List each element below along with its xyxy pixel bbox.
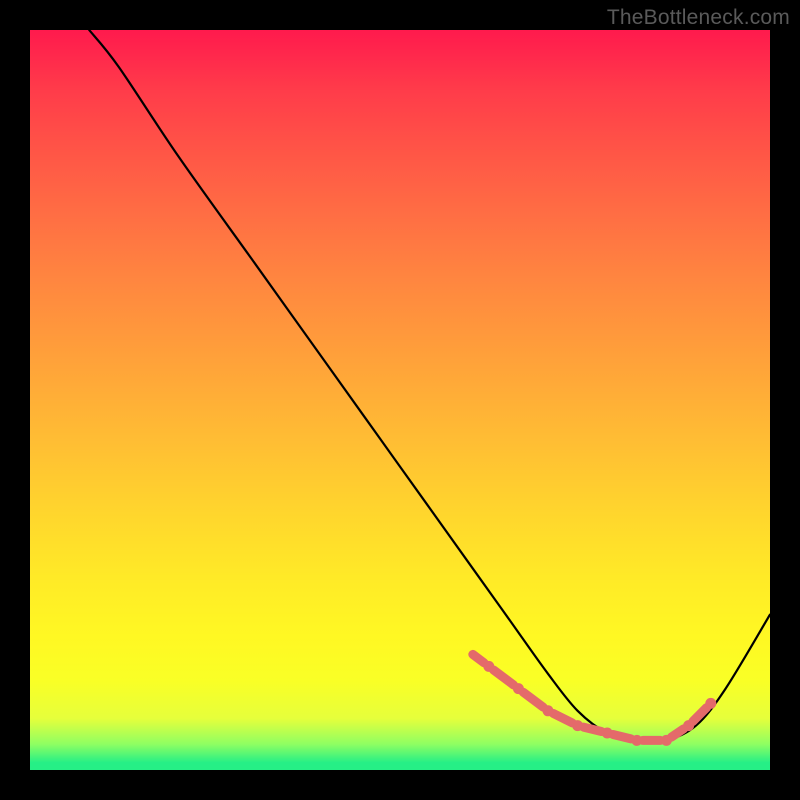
marker-dash	[494, 670, 514, 685]
chart-frame: TheBottleneck.com	[0, 0, 800, 800]
marker-dash	[693, 708, 707, 722]
plot-area	[30, 30, 770, 770]
curve-svg	[30, 30, 770, 770]
watermark-text: TheBottleneck.com	[607, 6, 790, 30]
highlight-markers	[473, 654, 717, 746]
marker-dash	[613, 735, 631, 739]
marker-dash	[583, 727, 601, 731]
marker-dash	[523, 692, 543, 707]
bottleneck-curve	[89, 30, 770, 742]
marker-dash-lead	[473, 654, 484, 662]
marker-dash	[553, 714, 572, 723]
marker-dot	[705, 698, 716, 709]
